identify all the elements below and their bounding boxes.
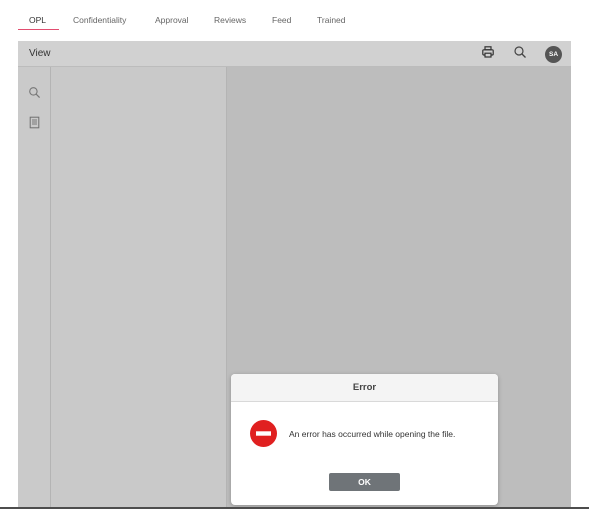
tab-approval[interactable]: Approval bbox=[155, 14, 189, 26]
active-tab-indicator bbox=[18, 29, 59, 30]
thumbnail-panel bbox=[51, 67, 227, 509]
document-icon bbox=[28, 116, 41, 134]
tab-opl[interactable]: OPL bbox=[29, 14, 46, 26]
print-icon bbox=[481, 45, 495, 64]
dialog-header: Error bbox=[231, 374, 498, 402]
rail-document-button[interactable] bbox=[26, 116, 42, 134]
tab-reviews[interactable]: Reviews bbox=[214, 14, 246, 26]
page: OPL Confidentiality Approval Reviews Fee… bbox=[0, 0, 589, 509]
search-icon bbox=[28, 86, 41, 104]
tab-trained[interactable]: Trained bbox=[317, 14, 346, 26]
print-button[interactable] bbox=[479, 45, 497, 63]
error-message: An error has occurred while opening the … bbox=[289, 429, 456, 439]
ok-button[interactable]: OK bbox=[329, 473, 400, 491]
viewer-title: View bbox=[29, 48, 51, 59]
viewer-toolbar: View SA bbox=[18, 41, 571, 67]
left-tool-rail bbox=[18, 67, 51, 509]
tab-bar: OPL Confidentiality Approval Reviews Fee… bbox=[0, 0, 589, 41]
tab-confidentiality[interactable]: Confidentiality bbox=[73, 14, 126, 26]
search-icon bbox=[513, 45, 527, 64]
rail-search-button[interactable] bbox=[26, 87, 42, 103]
dialog-title: Error bbox=[352, 382, 377, 393]
error-stop-icon bbox=[250, 420, 277, 447]
search-button[interactable] bbox=[511, 45, 529, 63]
error-dialog: Error An error has occurred while openin… bbox=[231, 374, 498, 505]
user-avatar[interactable]: SA bbox=[545, 46, 562, 63]
tab-feed[interactable]: Feed bbox=[272, 14, 291, 26]
